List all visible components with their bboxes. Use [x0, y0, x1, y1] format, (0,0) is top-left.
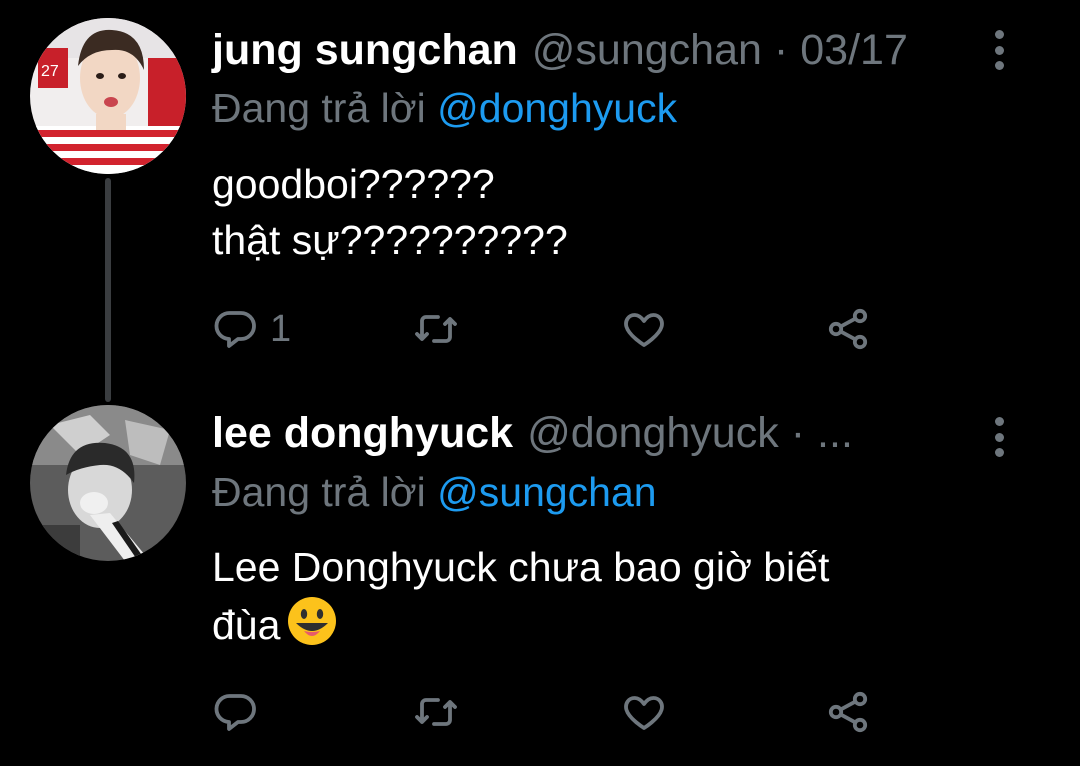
tweet-date[interactable]: ... [817, 403, 853, 463]
tweet-text-line: Lee Donghyuck chưa bao giờ biết [212, 544, 830, 590]
avatar[interactable] [30, 405, 186, 561]
tweet-header: jung sungchan @sungchan · 03/17 [212, 20, 908, 80]
retweet-icon [415, 698, 457, 726]
like-icon [624, 696, 664, 730]
replying-prefix: Đang trả lời [212, 85, 426, 131]
user-handle[interactable]: @sungchan [532, 20, 762, 80]
reply-count: 1 [270, 307, 292, 350]
avatar[interactable]: 27 [30, 18, 186, 174]
mention-link[interactable]: @sungchan [437, 469, 656, 515]
svg-text:27: 27 [41, 63, 59, 80]
tweet-actions: 1 [212, 304, 912, 354]
share-button[interactable] [824, 687, 872, 737]
avatar-image: 27 [30, 18, 186, 174]
mention-link[interactable]: @donghyuck [437, 85, 677, 131]
like-icon [624, 313, 664, 347]
tweet-text-line: đùa [212, 602, 281, 648]
tweet-donghyuck[interactable]: lee donghyuck @donghyuck · ... Đang trả … [0, 395, 1080, 766]
more-vertical-icon[interactable] [985, 417, 1013, 457]
more-vertical-icon[interactable] [985, 30, 1013, 70]
tweet-date[interactable]: 03/17 [800, 20, 908, 80]
like-button[interactable] [620, 304, 668, 354]
reply-icon [214, 311, 256, 348]
separator-dot: · [790, 409, 806, 457]
tweet-header: lee donghyuck @donghyuck · ... [212, 403, 853, 463]
share-button[interactable] [824, 304, 872, 354]
separator-dot: · [773, 26, 789, 74]
thread-line [105, 178, 111, 402]
tweet-text: goodboi?????? thật sự?????????? [212, 156, 972, 268]
grinning-face-with-tongue-icon [288, 597, 337, 645]
retweet-icon [415, 315, 457, 343]
reply-icon [214, 694, 256, 731]
share-icon [828, 308, 868, 350]
tweet-text: Lee Donghyuck chưa bao giờ biết đùa [212, 539, 972, 653]
tweet-sungchan[interactable]: 27 jung sungchan @sungchan · 03/17 Đang … [0, 0, 1080, 402]
replying-prefix: Đang trả lời [212, 469, 426, 515]
share-icon [828, 691, 868, 733]
retweet-button[interactable] [412, 304, 460, 354]
reply-button[interactable] [212, 687, 270, 737]
tweet-text-line: goodboi?????? [212, 161, 495, 207]
user-handle[interactable]: @donghyuck [527, 403, 779, 463]
display-name[interactable]: jung sungchan [212, 20, 518, 80]
replying-to: Đang trả lời @sungchan [212, 464, 657, 520]
reply-button[interactable]: 1 [212, 304, 291, 354]
replying-to: Đang trả lời @donghyuck [212, 80, 677, 136]
tweet-text-line: thật sự?????????? [212, 217, 568, 263]
retweet-button[interactable] [412, 687, 460, 737]
display-name[interactable]: lee donghyuck [212, 403, 513, 463]
tweet-actions [212, 687, 912, 737]
like-button[interactable] [620, 687, 668, 737]
tweet-text-line-2: đùa [212, 595, 972, 653]
avatar-image [30, 405, 186, 561]
